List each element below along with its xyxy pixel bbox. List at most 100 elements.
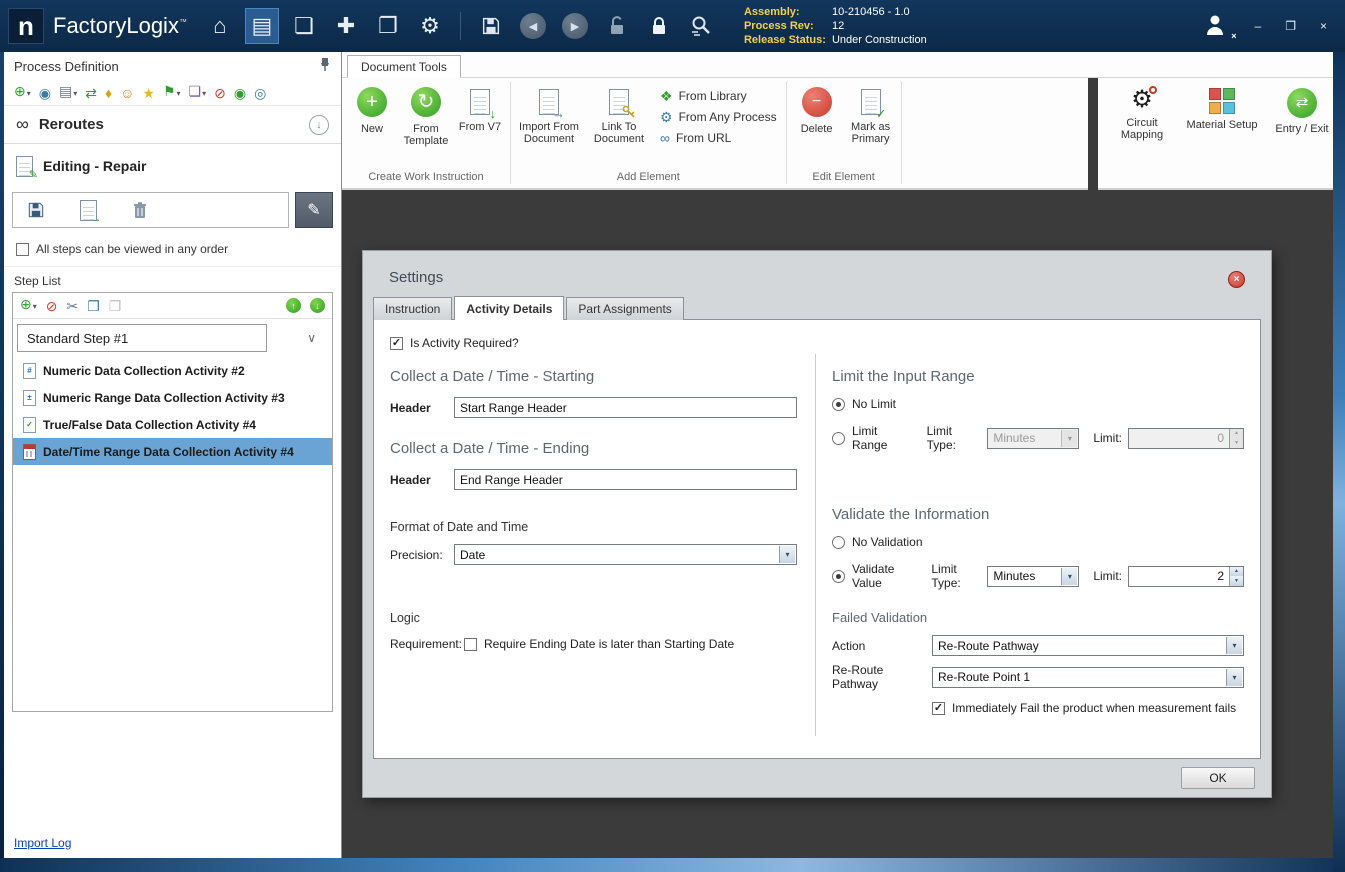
chevron-down-icon[interactable]: ∨ (307, 331, 316, 345)
no-limit-radio[interactable] (832, 398, 845, 411)
circuit-mapping-button[interactable]: ⚙ Circuit Mapping (1106, 84, 1178, 188)
cut-icon[interactable]: ✂ (66, 299, 78, 313)
ok-button[interactable]: OK (1181, 767, 1255, 789)
activity-item-datetime-range[interactable]: Date/Time Range Data Collection Activity… (13, 438, 332, 465)
material-setup-button[interactable]: Material Setup (1186, 84, 1258, 188)
material-grid-icon (1209, 88, 1235, 114)
tab-activity-details[interactable]: Activity Details (454, 296, 564, 320)
print-icon[interactable]: ▤ (59, 84, 77, 101)
save-document-icon[interactable] (23, 196, 49, 224)
numeric-range-activity-icon: ± (23, 390, 36, 406)
expand-reroutes-icon[interactable]: ↓ (309, 115, 329, 135)
step-selector[interactable]: Standard Step #1 (17, 324, 267, 352)
paste-icon[interactable]: ❐ (109, 299, 122, 313)
tab-part-assignments[interactable]: Part Assignments (566, 297, 683, 320)
any-order-checkbox[interactable] (16, 243, 29, 256)
assembly-value: 10-210456 - 1.0 (832, 6, 910, 18)
dialog-close-icon[interactable]: × (1228, 271, 1245, 288)
find-in-process-icon[interactable] (684, 8, 718, 44)
back-icon[interactable]: ◀ (516, 8, 550, 44)
remove-step-icon[interactable]: ⊘ (46, 299, 58, 313)
add-icon[interactable]: ⊕ (14, 84, 31, 101)
limit-type-select-disabled[interactable]: Minutes ▾ (987, 428, 1079, 449)
add-step-icon[interactable]: ⊕ (20, 297, 37, 314)
limit-range-radio[interactable] (832, 432, 845, 445)
import-log-link[interactable]: Import Log (4, 828, 341, 858)
save-icon[interactable] (474, 8, 508, 44)
favorite-icon[interactable]: ★ (142, 86, 155, 100)
delete-element-button[interactable]: − Delete (790, 80, 844, 169)
highlight-icon[interactable]: ♦ (105, 86, 112, 100)
link-icon[interactable]: ◉ (39, 86, 51, 100)
info-icon[interactable]: ◎ (254, 86, 266, 100)
require-ending-later-checkbox[interactable] (464, 638, 477, 651)
from-url-button[interactable]: ∞ From URL (660, 131, 777, 145)
precision-select[interactable]: Date ▾ (454, 544, 797, 565)
copy-icon[interactable]: ❐ (87, 299, 100, 313)
dropdown-arrow-icon: ▾ (1061, 430, 1077, 447)
record-icon[interactable]: ◉ (234, 86, 246, 100)
from-library-button[interactable]: ❖ From Library (660, 89, 777, 103)
spinner-arrows-icon[interactable]: ▲▼ (1229, 567, 1243, 586)
activity-item-numeric[interactable]: # Numeric Data Collection Activity #2 (13, 357, 332, 384)
dropdown-arrow-icon: ▾ (1061, 568, 1077, 585)
user-icon[interactable]: ☺ (120, 86, 134, 100)
new-button[interactable]: + New (345, 80, 399, 169)
limit-type-select[interactable]: Minutes ▾ (987, 566, 1079, 587)
is-activity-required-checkbox[interactable] (390, 337, 403, 350)
move-step-down-icon[interactable]: ↓ (310, 298, 325, 313)
activity-item-true-false[interactable]: ✓ True/False Data Collection Activity #4 (13, 411, 332, 438)
settings-gear-icon[interactable]: ⚙ (413, 8, 447, 44)
reroutes-section[interactable]: ∞ Reroutes ↓ (4, 106, 341, 144)
lock-icon[interactable] (642, 8, 676, 44)
unlock-icon[interactable] (600, 8, 634, 44)
mark-as-primary-button[interactable]: ✓ Mark as Primary (844, 80, 898, 169)
tag-icon[interactable]: ❏ (189, 84, 207, 101)
delete-document-icon[interactable] (127, 196, 153, 224)
reroute-icon[interactable]: ⇄ (85, 86, 97, 100)
from-any-process-button[interactable]: ⚙ From Any Process (660, 110, 777, 124)
start-header-input[interactable]: Start Range Header (454, 397, 797, 418)
logout-user-icon[interactable]: × (1203, 13, 1233, 39)
navigate-icon[interactable]: ✚ (329, 8, 363, 44)
tab-document-tools[interactable]: Document Tools (347, 55, 461, 78)
limit-type-label: Limit Type: (931, 562, 981, 590)
edit-instruction-button[interactable]: ✎ (295, 192, 333, 228)
validation-column: Limit the Input Range No Limit Limit Ran… (815, 354, 1244, 736)
reroute-pathway-select[interactable]: Re-Route Point 1 ▾ (932, 667, 1244, 688)
close-button[interactable]: × (1318, 19, 1329, 33)
limit-spinner[interactable]: 2 ▲▼ (1128, 566, 1244, 587)
activity-item-numeric-range[interactable]: ± Numeric Range Data Collection Activity… (13, 384, 332, 411)
action-select[interactable]: Re-Route Pathway ▾ (932, 635, 1244, 656)
link-to-document-button[interactable]: Link To Document (584, 80, 654, 169)
entry-exit-button[interactable]: ⇄ Entry / Exit (1266, 84, 1338, 188)
immediately-fail-checkbox[interactable] (932, 702, 945, 715)
move-step-up-icon[interactable]: ↑ (286, 298, 301, 313)
forward-icon[interactable]: ▶ (558, 8, 592, 44)
import-document-icon[interactable]: → (75, 196, 101, 224)
process-flow-icon[interactable]: ❏ (287, 8, 321, 44)
from-template-button[interactable]: ↻ From Template (399, 80, 453, 169)
flag-icon[interactable]: ⚑ (163, 84, 181, 101)
from-v7-button[interactable]: ↓ From V7 (453, 80, 507, 169)
requirement-text: Require Ending Date is later than Starti… (484, 637, 734, 651)
window-frame-right (1333, 52, 1345, 872)
disable-icon[interactable]: ⊘ (214, 86, 226, 100)
tab-instruction[interactable]: Instruction (373, 297, 452, 320)
work-instructions-icon[interactable]: ▤ (245, 8, 279, 44)
group-create-work-instruction: + New ↻ From Template ↓ From V7 Create W… (342, 78, 510, 188)
validate-value-radio[interactable] (832, 570, 845, 583)
minimize-button[interactable]: – (1253, 19, 1264, 33)
entry-exit-icon: ⇄ (1287, 88, 1317, 118)
no-validation-radio[interactable] (832, 536, 845, 549)
import-from-document-button[interactable]: → Import From Document (514, 80, 584, 169)
spinner-arrows-icon[interactable]: ▲▼ (1229, 429, 1243, 448)
ribbon-right: ⚙ Circuit Mapping Material Setup ⇄ Entry… (1098, 78, 1345, 190)
maximize-button[interactable]: ❐ (1283, 19, 1298, 33)
end-header-input[interactable]: End Range Header (454, 469, 797, 490)
pin-icon[interactable] (319, 57, 331, 75)
no-validation-label: No Validation (852, 535, 923, 549)
limit-spinner-disabled[interactable]: 0 ▲▼ (1128, 428, 1244, 449)
home-icon[interactable]: ⌂ (203, 8, 237, 44)
documents-icon[interactable]: ❐ (371, 8, 405, 44)
